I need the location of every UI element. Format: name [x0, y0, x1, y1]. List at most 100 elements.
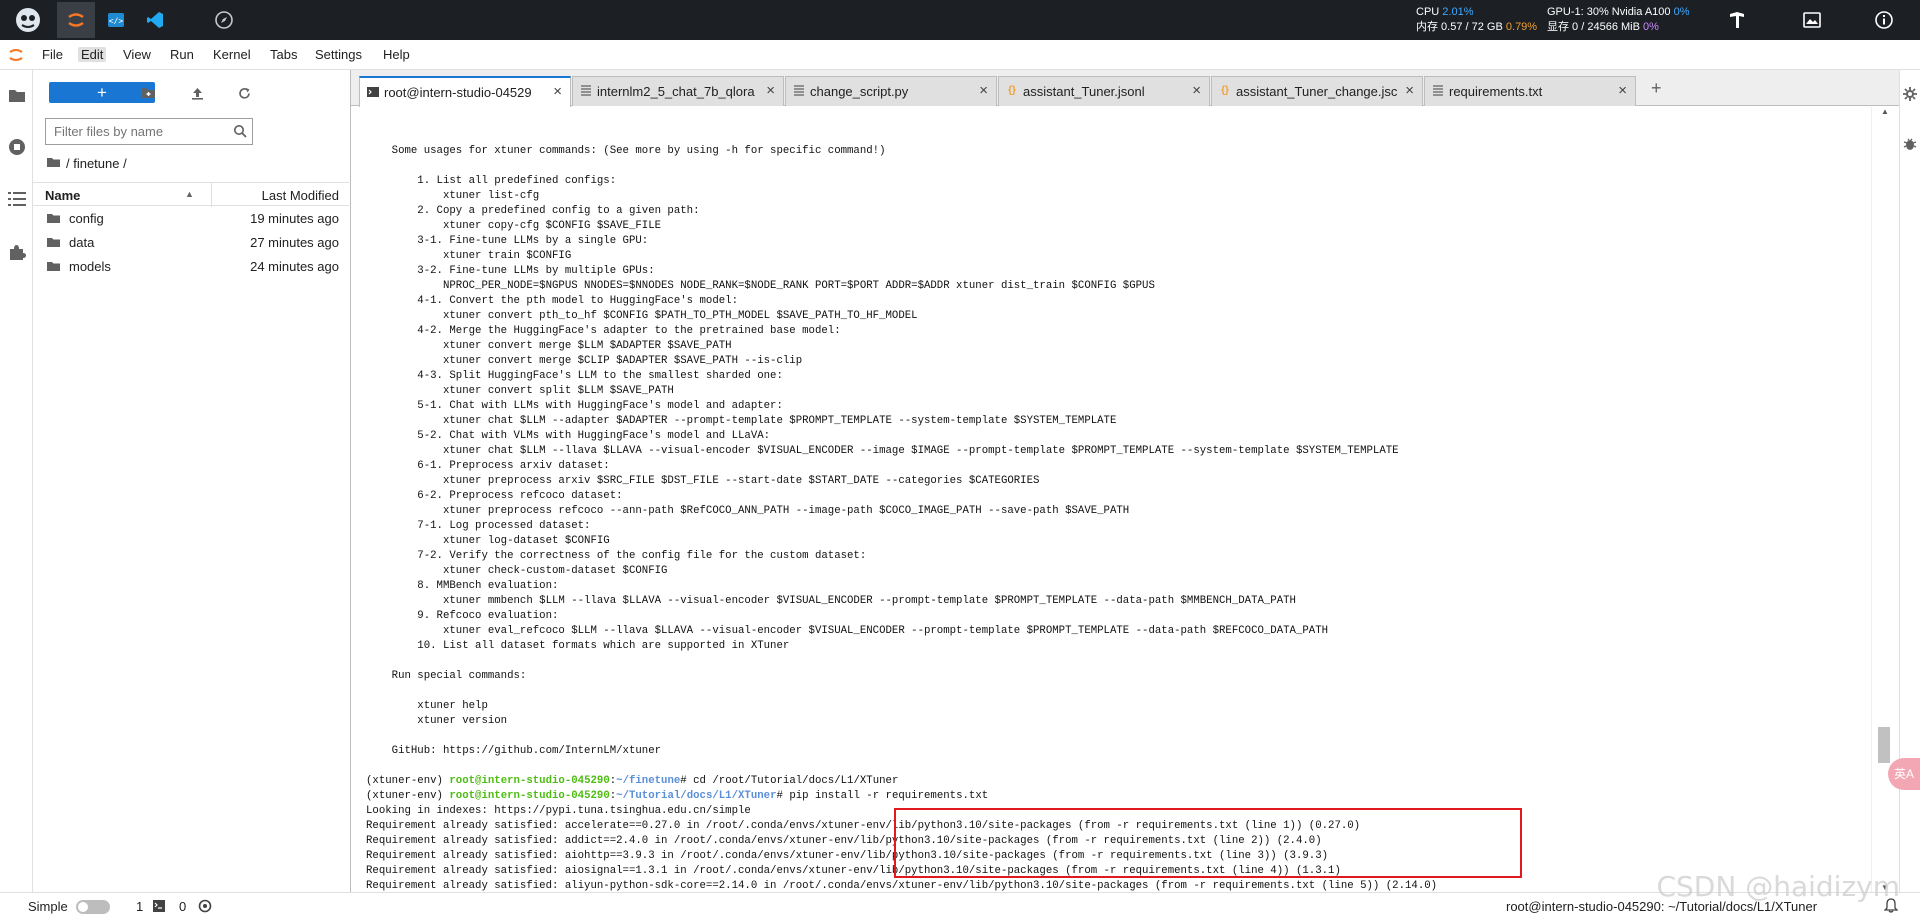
breadcrumb-path[interactable]: / finetune / [66, 156, 127, 171]
prompt-path: ~/finetune [616, 775, 681, 787]
file-row-config[interactable]: config 19 minutes ago [33, 207, 351, 231]
terminal-line: 9. Refcoco evaluation: [366, 610, 559, 622]
new-folder-icon[interactable] [138, 83, 158, 103]
terminal-line: xtuner version [366, 715, 508, 727]
file-row-data[interactable]: data 27 minutes ago [33, 231, 351, 255]
terminal-line: xtuner convert merge $LLM $ADAPTER $SAVE… [366, 340, 732, 352]
terminal-line: xtuner mmbench $LLM --llava $LLAVA --vis… [366, 595, 1296, 607]
scroll-thumb[interactable] [1878, 727, 1890, 763]
folder-icon [47, 212, 60, 227]
breadcrumb: / finetune / [47, 156, 127, 171]
terminal-line: 7-2. Verify the correctness of the confi… [366, 550, 867, 562]
terminal-line: xtuner preprocess arxiv $SRC_FILE $DST_F… [366, 475, 1040, 487]
simple-mode-toggle[interactable] [76, 900, 110, 914]
file-row-models[interactable]: models 24 minutes ago [33, 255, 351, 279]
vram-label: 显存 0 / 24566 MiB [1547, 21, 1640, 33]
column-name-header[interactable]: Name [45, 188, 80, 203]
menu-help[interactable]: Help [380, 47, 413, 62]
vscode-web-icon[interactable]: </> [97, 2, 135, 38]
close-icon[interactable]: × [766, 82, 775, 99]
terminal-text: Some usages for xtuner commands: (See mo… [366, 144, 1437, 892]
menu-bar: File Edit View Run Kernel Tabs Settings … [0, 40, 1920, 70]
menu-view[interactable]: View [120, 47, 154, 62]
property-inspector-icon[interactable] [1902, 86, 1920, 104]
kernel-gear-icon[interactable] [198, 899, 212, 916]
folder-icon[interactable] [6, 84, 28, 106]
tab-change-script[interactable]: change_script.py × [785, 76, 997, 106]
terminal-line: xtuner preprocess refcoco --ann-path $Re… [366, 505, 1130, 517]
tab-terminal[interactable]: root@intern-studio-04529 × [359, 76, 571, 107]
menu-kernel[interactable]: Kernel [210, 47, 254, 62]
sort-ascending-icon: ▲ [185, 189, 194, 199]
jupyter-icon[interactable] [57, 2, 95, 38]
csdn-watermark: CSDN @haidizym [1656, 870, 1900, 903]
memory-percent: 0.79% [1505, 21, 1538, 33]
terminal-line: xtuner convert merge $CLIP $ADAPTER $SAV… [366, 355, 803, 367]
terminal-line: 5-1. Chat with LLMs with HuggingFace's m… [366, 400, 783, 412]
tab-bar: root@intern-studio-04529 × internlm2_5_c… [351, 70, 1899, 107]
file-filter-input[interactable] [46, 119, 216, 144]
prompt-path: ~/Tutorial/docs/L1/XTuner [616, 790, 777, 802]
vscode-icon[interactable] [136, 2, 174, 38]
terminal-line: xtuner copy-cfg $CONFIG $SAVE_FILE [366, 220, 662, 232]
terminal-count[interactable]: 1 [136, 899, 143, 914]
file-modified: 27 minutes ago [250, 235, 339, 250]
menu-run[interactable]: Run [167, 47, 197, 62]
extensions-icon[interactable] [6, 241, 28, 263]
gpu-usage: GPU-1: 30% Nvidia A100 0% 显存 0 / 24566 M… [1547, 5, 1689, 35]
file-name: data [69, 235, 95, 250]
tab-label: internlm2_5_chat_7b_qlora [597, 84, 755, 99]
vram-percent: 0% [1643, 21, 1659, 33]
column-modified-header[interactable]: Last Modified [262, 188, 339, 203]
table-of-contents-icon[interactable] [6, 188, 28, 210]
running-kernels-icon[interactable] [6, 136, 28, 158]
menu-tabs[interactable]: Tabs [267, 47, 300, 62]
menu-settings[interactable]: Settings [312, 47, 365, 62]
column-divider[interactable] [211, 183, 212, 207]
terminal-line: 10. List all dataset formats which are s… [366, 640, 790, 652]
terminal-line: xtuner convert split $LLM $SAVE_PATH [366, 385, 674, 397]
menu-file[interactable]: File [39, 47, 66, 62]
kernel-count[interactable]: 0 [179, 899, 186, 914]
add-tab-icon[interactable]: + [1651, 78, 1662, 99]
terminal-line: xtuner eval_refcoco $LLM --llava $LLAVA … [366, 625, 1329, 637]
tab-label: root@intern-studio-04529 [384, 85, 532, 100]
tab-assistant-tuner-change[interactable]: {} assistant_Tuner_change.jsc × [1211, 76, 1423, 106]
file-name: config [69, 211, 104, 226]
jupyter-logo-icon [8, 47, 24, 66]
terminal-line: 5-2. Chat with VLMs with HuggingFace's m… [366, 430, 771, 442]
file-filter-search [45, 118, 253, 145]
scroll-up-icon[interactable]: ▲ [1881, 107, 1889, 116]
tab-requirements[interactable]: requirements.txt × [1424, 76, 1636, 106]
info-icon[interactable] [1872, 8, 1896, 32]
terminal-line: 7-1. Log processed dataset: [366, 520, 591, 532]
cpu-usage: CPU 2.01% 内存 0.57 / 72 GB 0.79% [1416, 5, 1537, 35]
close-icon[interactable]: × [553, 83, 562, 100]
tab-label: change_script.py [810, 84, 909, 99]
image-icon[interactable] [1800, 8, 1824, 32]
tab-label: requirements.txt [1449, 84, 1543, 99]
menu-edit[interactable]: Edit [78, 47, 107, 62]
tab-assistant-tuner[interactable]: {} assistant_Tuner.jsonl × [998, 76, 1210, 106]
close-icon[interactable]: × [979, 82, 988, 99]
close-icon[interactable]: × [1405, 82, 1414, 99]
upload-icon[interactable] [187, 83, 207, 103]
simple-mode-label: Simple [28, 899, 68, 914]
floating-translate-button[interactable]: 英A [1888, 758, 1920, 790]
intern-logo-icon[interactable] [8, 2, 48, 38]
refresh-icon[interactable] [234, 83, 254, 103]
json-icon: {} [1008, 85, 1016, 96]
terminal-line: NPROC_PER_NODE=$NGPUS NNODES=$NNODES NOD… [366, 280, 1155, 292]
compass-icon[interactable] [205, 2, 243, 38]
close-icon[interactable]: × [1192, 82, 1201, 99]
terminal-output[interactable]: Some usages for xtuner commands: (See mo… [351, 107, 1871, 892]
tab-label: assistant_Tuner.jsonl [1023, 84, 1145, 99]
debugger-icon[interactable] [1902, 136, 1920, 154]
tab-internlm-config[interactable]: internlm2_5_chat_7b_qlora × [572, 76, 784, 106]
model-icon[interactable] [1725, 8, 1749, 32]
terminal-line: 1. List all predefined configs: [366, 175, 617, 187]
close-icon[interactable]: × [1618, 82, 1627, 99]
